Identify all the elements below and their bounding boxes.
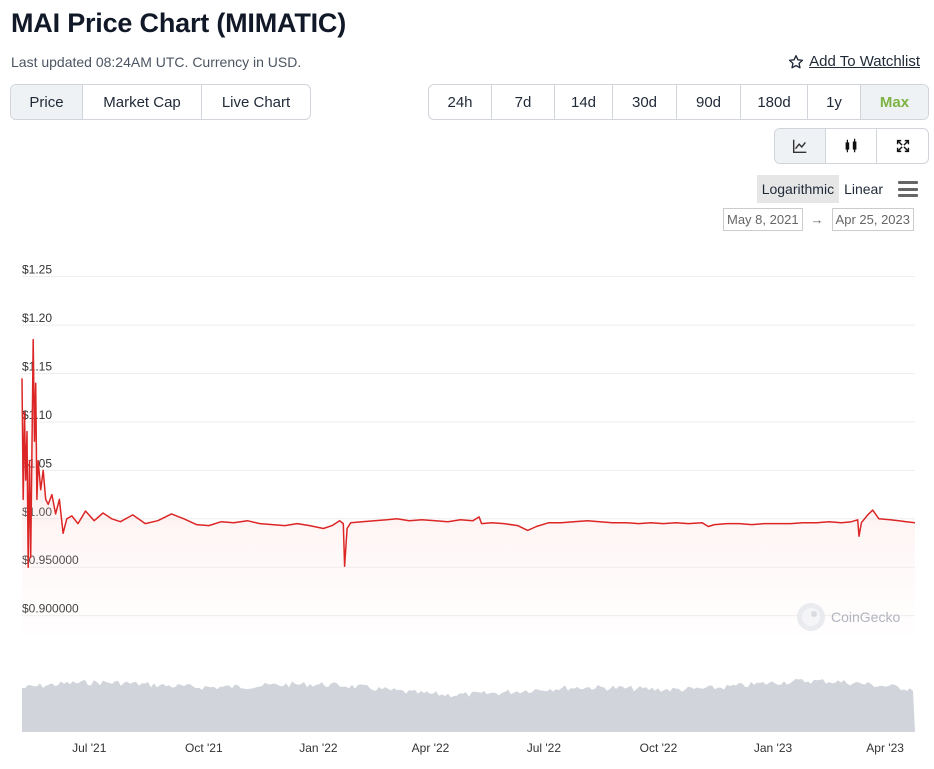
time-range-selector: 24h 7d 14d 30d 90d 180d 1y Max [428, 84, 929, 120]
price-area [22, 339, 915, 635]
range-180d-button[interactable]: 180d [741, 85, 808, 119]
watchlist-label: Add To Watchlist [809, 53, 920, 70]
x-tick-label: Apr '23 [866, 741, 904, 755]
expand-icon [896, 139, 909, 153]
add-to-watchlist-link[interactable]: Add To Watchlist [788, 53, 920, 70]
page-title: MAI Price Chart (MIMATIC) [11, 8, 347, 38]
range-14d-button[interactable]: 14d [555, 85, 613, 119]
date-arrow: → [810, 212, 824, 227]
last-updated-text: Last updated 08:24AM UTC. Currency in US… [11, 54, 302, 70]
range-7d-button[interactable]: 7d [492, 85, 555, 119]
line-chart-icon [792, 139, 807, 154]
volume-area [22, 678, 915, 732]
range-30d-button[interactable]: 30d [613, 85, 677, 119]
tab-live-chart[interactable]: Live Chart [202, 85, 310, 119]
watermark-text: CoinGecko [831, 609, 900, 625]
x-tick-label: Jan '22 [299, 741, 338, 755]
range-1y-button[interactable]: 1y [808, 85, 861, 119]
date-from-input[interactable]: May 8, 2021 [723, 208, 803, 231]
y-tick-label: $1.10 [22, 408, 52, 422]
tab-price[interactable]: Price [11, 85, 83, 119]
hamburger-menu-icon[interactable] [898, 181, 918, 197]
range-max-button[interactable]: Max [861, 85, 928, 119]
price-chart: $1.25$1.20$1.15$1.10$1.05$1.00$0.950000$… [21, 263, 916, 755]
y-tick-label: $1.15 [22, 360, 52, 374]
x-tick-label: Oct '22 [640, 741, 678, 755]
range-90d-button[interactable]: 90d [677, 85, 741, 119]
date-to-input[interactable]: Apr 25, 2023 [831, 208, 914, 231]
candlestick-icon [845, 138, 857, 153]
candlestick-button[interactable] [826, 129, 877, 163]
fullscreen-button[interactable] [877, 129, 928, 163]
date-range-inputs: May 8, 2021 → Apr 25, 2023 [723, 208, 914, 231]
x-tick-label: Jul '22 [527, 741, 562, 755]
line-chart-button[interactable] [775, 129, 826, 163]
logarithmic-scale-button[interactable]: Logarithmic [756, 175, 840, 203]
chart-type-selector [774, 128, 929, 164]
star-icon [789, 54, 804, 68]
linear-scale-button[interactable]: Linear [839, 175, 888, 203]
x-tick-label: Jul '21 [72, 741, 107, 755]
x-tick-label: Jan '23 [754, 741, 793, 755]
tab-market-cap[interactable]: Market Cap [83, 85, 202, 119]
y-tick-label: $1.20 [22, 311, 52, 325]
x-tick-label: Apr '22 [412, 741, 450, 755]
range-24h-button[interactable]: 24h [429, 85, 492, 119]
chart-tabs: Price Market Cap Live Chart [10, 84, 311, 120]
x-tick-label: Oct '21 [185, 741, 223, 755]
y-tick-label: $1.25 [22, 263, 52, 277]
scale-toggle: Logarithmic Linear [756, 175, 918, 203]
